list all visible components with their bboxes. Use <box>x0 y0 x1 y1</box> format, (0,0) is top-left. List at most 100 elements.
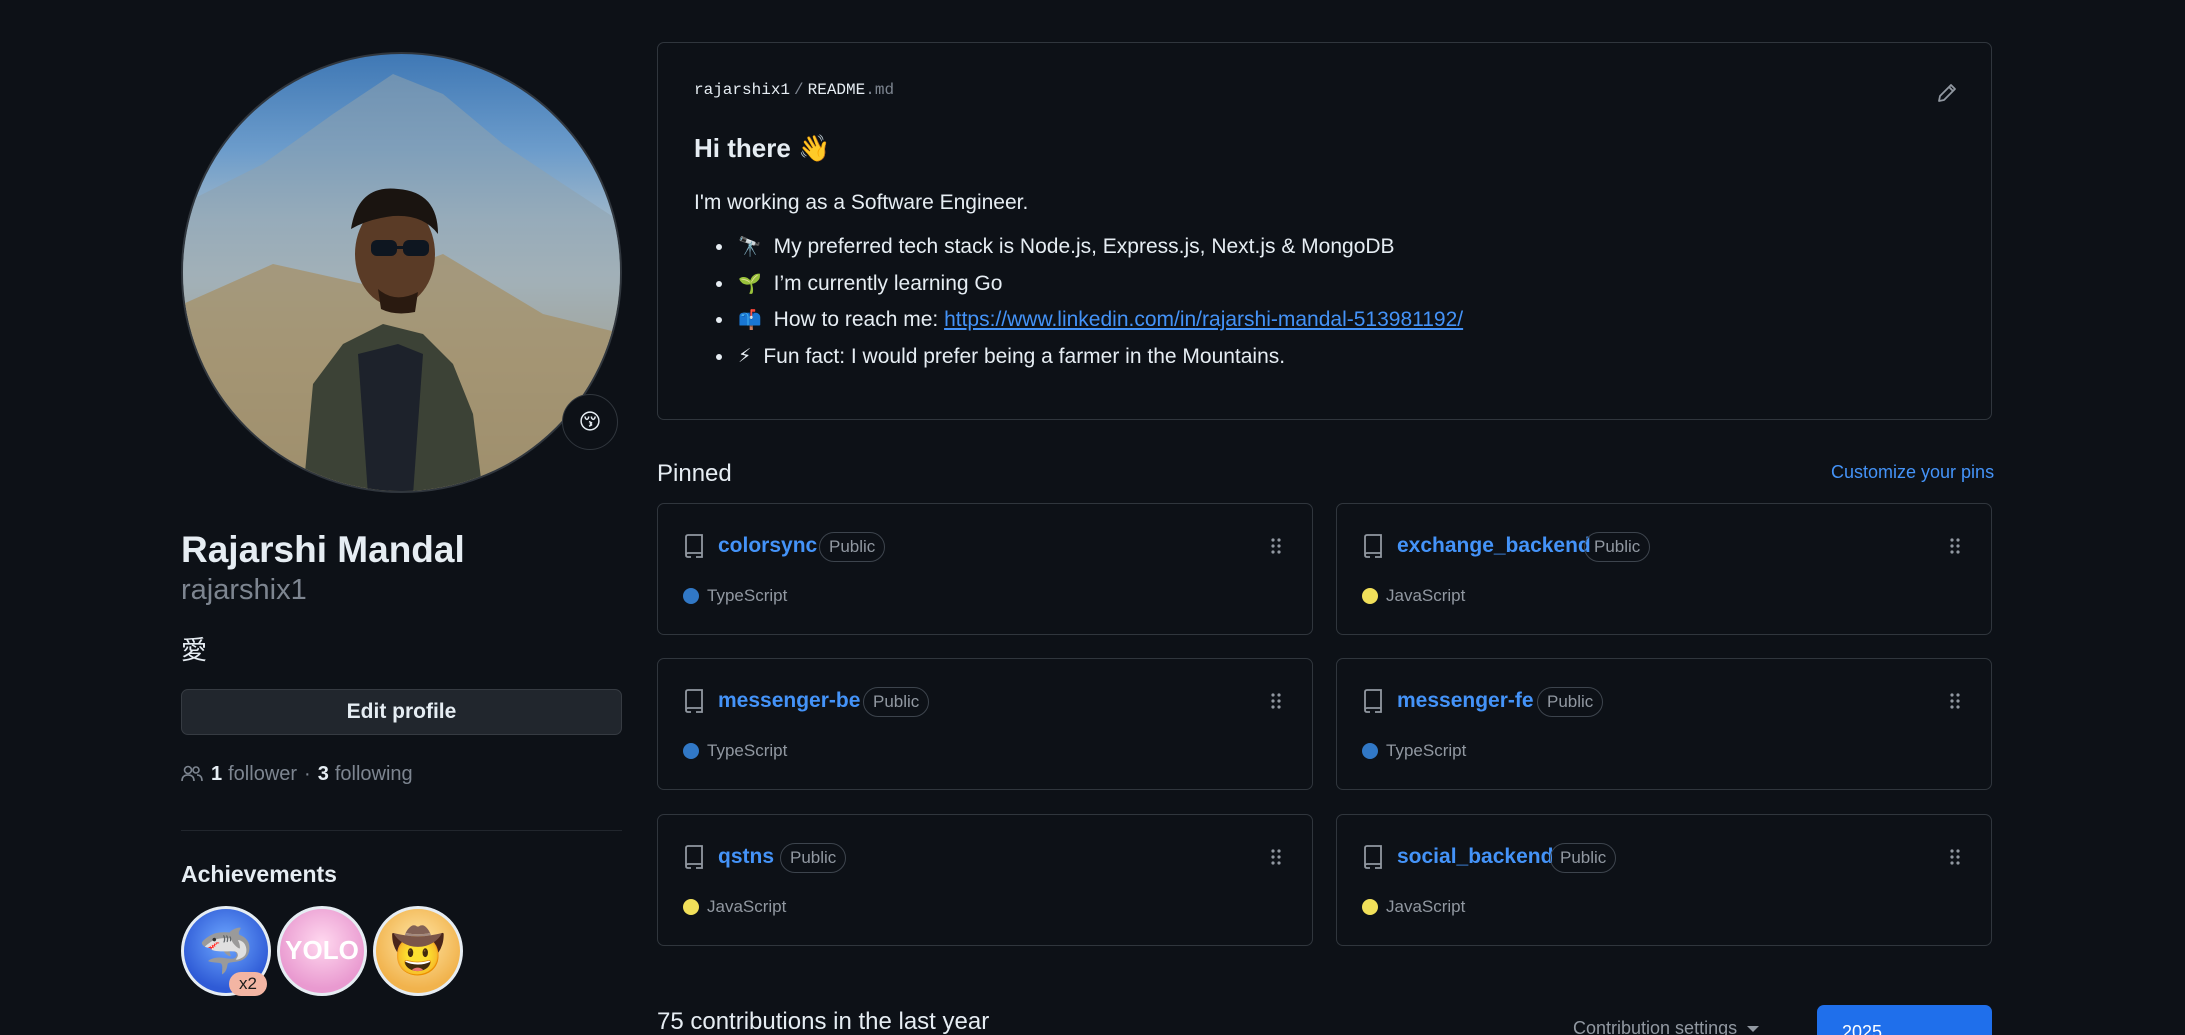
cowboy-icon: 🤠 <box>390 926 446 976</box>
language-color-dot <box>1362 743 1378 759</box>
mailbox-icon: 📫 <box>738 310 762 332</box>
list-item: ⚡ Fun fact: I would prefer being a farmer… <box>694 339 1463 376</box>
followers-link[interactable]: 1 follower <box>211 763 297 786</box>
language-name: TypeScript <box>1386 741 1467 760</box>
visibility-badge: Public <box>819 532 886 562</box>
visibility-badge: Public <box>1537 687 1604 717</box>
drag-handle-icon[interactable] <box>1949 848 1961 866</box>
customize-pins-link[interactable]: Customize your pins <box>1831 462 1994 483</box>
visibility-badge: Public <box>863 687 930 717</box>
readme-file-ext: .md <box>865 81 895 99</box>
avatar-container: 😚 <box>181 52 622 493</box>
following-count: 3 <box>317 762 329 785</box>
sidebar-divider <box>181 829 622 831</box>
repo-icon <box>1364 534 1382 558</box>
readme-path: rajarshix1/README.md <box>694 81 894 99</box>
seedling-icon: 🌱 <box>738 273 762 295</box>
repo-language: JavaScript <box>1362 586 1465 606</box>
readme-list: 🔭 My preferred tech stack is Node.js, Exp… <box>694 229 1463 375</box>
pinned-title: Pinned <box>657 460 732 487</box>
repo-icon <box>685 689 703 713</box>
bullet-dot <box>716 244 722 251</box>
list-item-text: My preferred tech stack is Node.js, Expr… <box>773 235 1395 259</box>
language-name: TypeScript <box>707 586 788 605</box>
profile-username: rajarshix1 <box>181 573 307 606</box>
list-item-text: How to reach me: <box>773 308 945 332</box>
profile-full-name: Rajarshi Mandal <box>181 529 465 570</box>
people-icon <box>181 765 203 782</box>
repo-language: TypeScript <box>683 741 787 761</box>
shark-icon: 🦈 <box>198 926 254 976</box>
repo-name-link[interactable]: qstns <box>718 845 774 869</box>
pinned-repo-card: qstns Public JavaScript <box>657 814 1313 946</box>
achievements-title: Achievements <box>181 860 337 887</box>
bullet-dot <box>716 317 722 324</box>
profile-bio: 愛 <box>181 634 208 665</box>
follow-separator: · <box>304 762 311 785</box>
edit-profile-button[interactable]: Edit profile <box>181 688 622 735</box>
contributions-title: 75 contributions in the last year <box>657 1008 990 1035</box>
pinned-repo-card: messenger-fe Public TypeScript <box>1336 658 1992 790</box>
achievement-badge-quickdraw[interactable]: 🤠 <box>373 905 463 996</box>
repo-name-link[interactable]: messenger-fe <box>1397 689 1534 713</box>
chevron-down-icon <box>1747 1025 1760 1032</box>
bullet-dot <box>716 353 722 360</box>
language-name: JavaScript <box>1386 897 1466 916</box>
language-name: JavaScript <box>1386 586 1466 605</box>
repo-language: TypeScript <box>683 586 787 606</box>
list-item: 📫 How to reach me: https://www.linkedin.c… <box>694 302 1463 339</box>
achievement-badges: 🦈 x2 YOLO 🤠 <box>181 905 622 996</box>
pinned-repo-card: social_backend Public JavaScript <box>1336 814 1992 946</box>
repo-name-link[interactable]: exchange_backend <box>1397 534 1591 558</box>
repo-name-link[interactable]: colorsync <box>718 534 817 558</box>
avatar[interactable] <box>181 52 622 493</box>
repo-icon <box>1364 845 1382 869</box>
list-item-text: Fun fact: I would prefer being a farmer … <box>763 344 1286 368</box>
edit-readme-pencil-icon[interactable] <box>1935 81 1959 105</box>
avatar-photo <box>183 74 620 491</box>
following-link[interactable]: 3 following <box>318 763 413 786</box>
language-color-dot <box>1362 588 1378 604</box>
bullet-dot <box>716 280 722 287</box>
linkedin-link[interactable]: https://www.linkedin.com/in/rajarshi-man… <box>944 308 1463 332</box>
readme-owner-link[interactable]: rajarshix1 <box>694 81 790 99</box>
repo-icon <box>1364 689 1382 713</box>
repo-language: JavaScript <box>1362 897 1465 917</box>
status-emoji-icon: 😚 <box>578 409 602 434</box>
drag-handle-icon[interactable] <box>1949 692 1961 710</box>
repo-name-link[interactable]: social_backend <box>1397 845 1553 869</box>
followers-count: 1 <box>211 762 223 785</box>
readme-heading: Hi there 👋 <box>694 133 831 163</box>
readme-file-link[interactable]: README.md <box>808 81 894 99</box>
language-name: JavaScript <box>707 897 787 916</box>
list-item: 🔭 My preferred tech stack is Node.js, Exp… <box>694 229 1463 266</box>
list-item: 🌱 I’m currently learning Go <box>694 266 1463 303</box>
contribution-settings-label: Contribution settings <box>1573 1018 1738 1035</box>
repo-language: JavaScript <box>683 897 786 917</box>
profile-sidebar: 😚 Rajarshi Mandal rajarshix1 愛 Edit prof… <box>181 52 622 996</box>
language-name: TypeScript <box>707 741 788 760</box>
drag-handle-icon[interactable] <box>1270 537 1282 555</box>
follow-stats: 1 follower · 3 following <box>181 763 622 786</box>
repo-name-link[interactable]: messenger-be <box>718 689 860 713</box>
pinned-repo-card: colorsync Public TypeScript <box>657 503 1313 635</box>
followers-label: follower <box>228 762 298 785</box>
readme-file-name: README <box>807 81 866 99</box>
lightning-icon: ⚡ <box>738 346 752 368</box>
contribution-settings-dropdown[interactable]: Contribution settings <box>1573 1018 1760 1035</box>
drag-handle-icon[interactable] <box>1949 537 1961 555</box>
telescope-icon: 🔭 <box>738 237 762 259</box>
language-color-dot <box>683 743 699 759</box>
achievement-badge-yolo[interactable]: YOLO <box>277 905 367 996</box>
following-label: following <box>334 762 413 785</box>
visibility-badge: Public <box>1550 843 1617 873</box>
visibility-badge: Public <box>780 843 847 873</box>
yolo-icon: YOLO <box>285 935 359 966</box>
readme-card: rajarshix1/README.md Hi there 👋 I'm work… <box>657 42 1992 420</box>
status-emoji-button[interactable]: 😚 <box>562 394 618 450</box>
drag-handle-icon[interactable] <box>1270 692 1282 710</box>
drag-handle-icon[interactable] <box>1270 848 1282 866</box>
year-2025-button[interactable]: 2025 <box>1817 1005 1992 1035</box>
readme-intro: I'm working as a Software Engineer. <box>694 191 1029 214</box>
pinned-repo-card: messenger-be Public TypeScript <box>657 658 1313 790</box>
